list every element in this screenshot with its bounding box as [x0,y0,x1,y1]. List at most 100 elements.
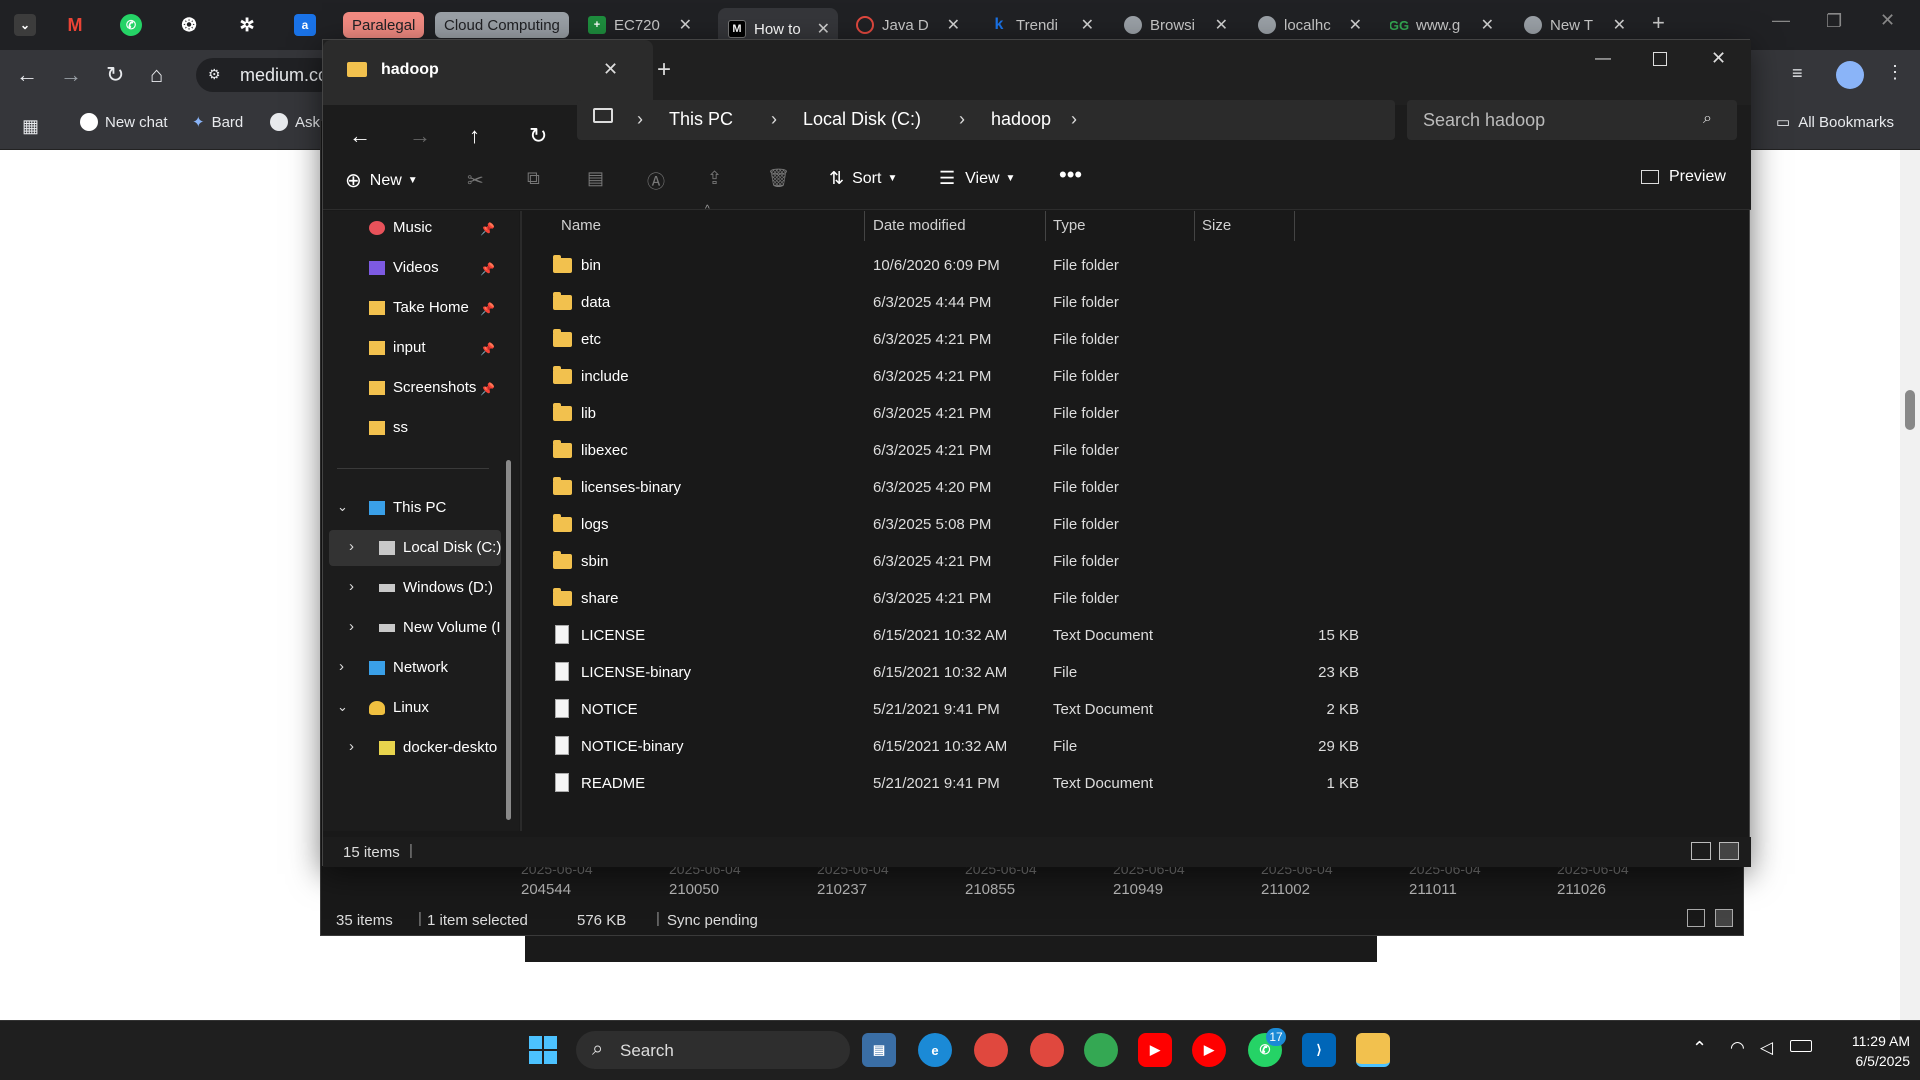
chrome-profile-2-icon[interactable] [1030,1033,1064,1067]
close-icon[interactable]: ✕ [817,19,830,39]
new-tab-button[interactable]: + [1652,10,1665,36]
chevron-right-icon[interactable]: › [349,618,354,635]
edge-icon[interactable]: e [918,1033,952,1067]
tab-java[interactable]: Java D ✕ [856,8,968,42]
taskbar-search[interactable]: ⌕ Search [576,1031,850,1069]
tab-group-paralegal[interactable]: Paralegal [343,12,425,38]
nav-item-ss[interactable]: ss [369,419,408,436]
page-scrollbar[interactable] [1900,150,1920,1020]
minimize-button[interactable]: — [1595,50,1611,68]
close-icon[interactable]: ✕ [1215,15,1228,35]
gmail-pinned-tab[interactable]: M [64,14,86,36]
column-header-type[interactable]: Type [1053,217,1086,234]
start-button[interactable] [526,1033,560,1067]
maximize-button[interactable] [1653,52,1667,66]
pin-icon[interactable]: 📌 [480,342,495,356]
file-row[interactable]: bin 10/6/2020 6:09 PM File folder [541,249,1291,283]
file-row[interactable]: logs 6/3/2025 5:08 PM File folder [541,508,1291,542]
nav-scrollbar[interactable] [506,460,511,820]
close-window-button[interactable]: ✕ [1880,10,1895,31]
youtube-chrome-app-icon[interactable]: ▶ [1192,1033,1226,1067]
nav-item-music[interactable]: Music [369,219,432,236]
file-row[interactable]: LICENSE-binary 6/15/2021 10:32 AM File 23 K… [541,656,1373,690]
pin-icon[interactable]: 📌 [480,222,495,236]
close-icon[interactable]: ✕ [1349,15,1362,35]
volume-icon[interactable]: ◁ [1760,1038,1773,1058]
bookmark-ask[interactable]: Ask [270,113,320,131]
chevron-down-icon[interactable]: ⌄ [337,699,348,715]
new-explorer-tab-button[interactable]: + [657,56,671,84]
pin-icon[interactable]: 📌 [480,262,495,276]
youtube-icon[interactable]: ▶ [1138,1033,1172,1067]
reload-button[interactable]: ↻ [106,62,124,88]
up-button[interactable]: ↑ [469,123,480,149]
column-header-size[interactable]: Size [1202,217,1231,234]
file-row[interactable]: NOTICE-binary 6/15/2021 10:32 AM File 29 KB [541,730,1373,764]
file-row[interactable]: share 6/3/2025 4:21 PM File folder [541,582,1291,616]
media-controls-icon[interactable]: ≡ [1792,63,1803,84]
breadcrumb-hadoop[interactable]: hadoop [991,109,1051,130]
pin-icon[interactable]: 📌 [480,382,495,396]
nav-item-windows-d[interactable]: Windows (D:) [379,579,493,596]
new-button[interactable]: ⊕ New ▼ [345,168,418,193]
tab-group-cloud-computing[interactable]: Cloud Computing [435,12,569,38]
explorer-tab[interactable]: hadoop ✕ [323,40,653,105]
docs-pinned-tab[interactable]: a [294,14,316,36]
menu-icon[interactable]: ⋮ [1886,62,1904,83]
file-row[interactable]: licenses-binary 6/3/2025 4:20 PM File fold… [541,471,1291,505]
share-icon[interactable]: ⇪ [707,168,722,189]
home-button[interactable]: ⌂ [150,62,163,88]
tab-www[interactable]: GG www.g ✕ [1390,8,1502,42]
restore-button[interactable]: ❐ [1826,11,1842,32]
nav-item-new-volume[interactable]: New Volume (I [379,619,501,636]
minimize-button[interactable]: — [1772,10,1790,31]
file-row[interactable]: README 5/21/2021 9:41 PM Text Document 1 KB [541,767,1373,801]
tab-browsing[interactable]: Browsi ✕ [1124,8,1236,42]
file-row[interactable]: LICENSE 6/15/2021 10:32 AM Text Document 15… [541,619,1373,653]
file-row[interactable]: data 6/3/2025 4:44 PM File folder [541,286,1291,320]
bookmark-bard[interactable]: ✦ Bard [192,113,243,132]
profile-avatar[interactable] [1836,61,1864,89]
cut-icon[interactable]: ✂ [467,168,484,193]
tiles-view-icon[interactable] [1719,842,1739,860]
nav-item-videos[interactable]: Videos [369,259,439,276]
details-view-icon[interactable] [1691,842,1711,860]
chevron-right-icon[interactable]: › [959,109,965,130]
file-row[interactable]: NOTICE 5/21/2021 9:41 PM Text Document 2 KB [541,693,1373,727]
site-info-icon[interactable]: ⚙ [208,66,221,83]
close-icon[interactable]: ✕ [947,15,960,35]
file-row[interactable]: etc 6/3/2025 4:21 PM File folder [541,323,1291,357]
tab-search-button[interactable]: ⌄ [14,14,36,36]
close-icon[interactable]: ✕ [1081,15,1094,35]
breadcrumb-this-pc[interactable]: This PC [669,109,733,130]
settings-pinned-tab[interactable]: ✲ [236,14,258,36]
view-button[interactable]: ☰ View ▼ [939,168,1015,189]
battery-icon[interactable] [1790,1040,1812,1052]
nav-item-local-disk[interactable]: Local Disk (C:) [379,539,501,556]
chevron-right-icon[interactable]: › [771,109,777,130]
tab-localhost[interactable]: localhc ✕ [1258,8,1370,42]
back-button[interactable]: ← [16,62,38,88]
file-explorer-icon[interactable] [1356,1033,1390,1067]
nav-item-input[interactable]: input [369,339,426,356]
file-row[interactable]: sbin 6/3/2025 4:21 PM File folder [541,545,1291,579]
clock[interactable]: 11:29 AM 6/5/2025 [1830,1031,1910,1071]
file-row[interactable]: include 6/3/2025 4:21 PM File folder [541,360,1291,394]
bookmark-new-chat[interactable]: New chat [80,113,168,131]
vscode-icon[interactable]: ⟩ [1302,1033,1336,1067]
search-input[interactable]: Search hadoop ⌕ [1407,100,1737,140]
chevron-right-icon[interactable]: › [637,109,643,130]
nav-item-linux[interactable]: Linux [369,699,429,716]
back-button[interactable]: ← [349,123,371,149]
chevron-up-icon[interactable]: ⌃ [1692,1038,1707,1059]
chevron-down-icon[interactable]: ⌄ [337,499,348,515]
copy-icon[interactable]: ⧉ [527,168,540,189]
tab-ec720[interactable]: + EC720 ✕ [588,8,700,42]
nav-item-docker-desktop[interactable]: docker-deskto [379,739,497,756]
paste-icon[interactable]: ▤ [587,168,604,189]
delete-icon[interactable]: 🗑 [767,168,790,189]
refresh-button[interactable]: ↻ [529,123,547,149]
all-bookmarks[interactable]: ▭ All Bookmarks [1776,113,1894,132]
address-bar[interactable]: › This PC › Local Disk (C:) › hadoop › [577,100,1395,140]
nav-item-screenshots[interactable]: Screenshots [369,379,476,396]
